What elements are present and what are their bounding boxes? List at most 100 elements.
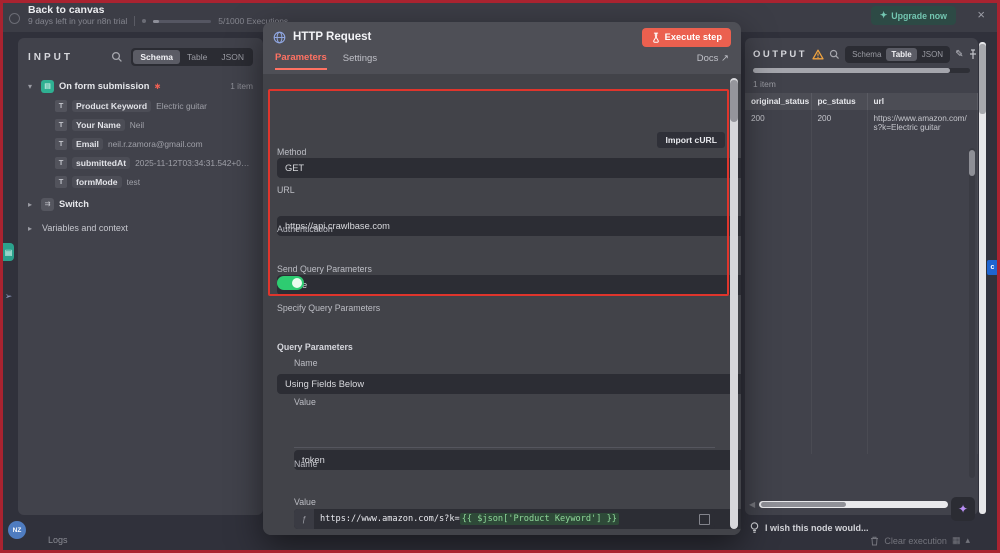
param-value-label: Value [294, 397, 715, 407]
method-select[interactable]: GET [277, 158, 741, 178]
switch-node-icon: ⇉ [41, 198, 54, 211]
pinned-data-icon: ✱ [154, 82, 160, 91]
type-string-icon: T [55, 157, 67, 169]
flask-icon [651, 32, 661, 43]
specify-query-parameters-label: Specify Query Parameters [277, 303, 715, 313]
output-tab-schema[interactable]: Schema [847, 48, 886, 61]
output-search-icon[interactable] [829, 49, 840, 60]
wish-node-prompt[interactable]: I wish this node would... [750, 522, 869, 534]
divider [294, 447, 715, 448]
upgrade-now-button[interactable]: ✦ Upgrade now [871, 6, 956, 25]
output-horizontal-scrollbar-top[interactable] [753, 68, 970, 73]
trash-icon [870, 536, 879, 546]
page-scrollbar[interactable] [979, 42, 986, 514]
expression-fx-icon: ƒ [294, 509, 314, 529]
input-view-tabs: Schema Table JSON [131, 48, 253, 66]
specify-query-parameters-select[interactable]: Using Fields Below [277, 374, 741, 394]
input-panel-title: INPUT [28, 52, 73, 63]
trial-text: 9 days left in your n8n trial [28, 16, 127, 26]
app-window: Back to canvas 9 days left in your n8n t… [0, 0, 1000, 553]
method-label: Method [277, 147, 715, 157]
chevron-right-icon[interactable]: ▸ [28, 224, 36, 233]
authentication-label: Authentication [277, 224, 715, 234]
logs-toggle[interactable]: Logs [48, 535, 68, 545]
grid-icon[interactable]: ▦ [952, 535, 961, 546]
globe-icon [273, 31, 286, 44]
warning-triangle-icon [812, 49, 824, 60]
input-tab-schema[interactable]: Schema [133, 50, 180, 64]
schema-field-row[interactable]: T formMode test [55, 172, 253, 191]
schema-field-row[interactable]: T Your Name Neil [55, 115, 253, 134]
user-avatar[interactable]: NZ [8, 521, 26, 539]
send-query-parameters-toggle[interactable] [277, 276, 715, 295]
table-filler-row [745, 136, 978, 454]
canvas-switch-node-icon[interactable]: ➢ [3, 288, 14, 304]
table-header-row: original_status pc_status url [745, 93, 978, 110]
schema-field-row[interactable]: T Email neil.r.zamora@gmail.com [55, 134, 253, 153]
collapse-icon[interactable]: ▴ [965, 535, 970, 546]
output-horizontal-scrollbar-bottom[interactable] [759, 501, 948, 508]
type-string-icon: T [55, 100, 67, 112]
output-item-count: 1 item [753, 79, 970, 89]
status-ring-icon [9, 13, 20, 24]
clear-execution-button[interactable]: Clear execution ▦ ▴ [870, 535, 970, 546]
form-node-icon: ▤ [41, 80, 54, 93]
expand-expression-icon[interactable] [699, 514, 710, 525]
column-header[interactable]: url [867, 93, 978, 110]
input-tab-json[interactable]: JSON [214, 50, 251, 64]
tab-settings[interactable]: Settings [343, 52, 377, 64]
execute-step-button[interactable]: Execute step [642, 28, 731, 47]
url-label: URL [277, 185, 715, 195]
expression-value-input[interactable]: ƒ https://www.amazon.com/s?k={{ $json['P… [294, 509, 715, 529]
param-name-label: Name [294, 459, 715, 469]
lightbulb-icon [750, 522, 759, 534]
send-query-parameters-label: Send Query Parameters [277, 264, 715, 274]
scroll-left-arrow-icon[interactable]: ◀ [749, 500, 755, 509]
type-string-icon: T [55, 138, 67, 150]
table-vertical-scrollbar[interactable] [969, 148, 975, 478]
divider [134, 16, 135, 26]
input-search-icon[interactable] [111, 51, 123, 63]
node-title: HTTP Request [293, 31, 371, 43]
item-count: 1 item [230, 81, 253, 91]
node-row-on-form-submission[interactable]: ▾ ▤ On form submission ✱ 1 item [28, 76, 253, 96]
type-string-icon: T [55, 119, 67, 131]
http-request-modal: HTTP Request Execute step Parameters Set… [263, 22, 741, 535]
node-row-switch[interactable]: ▸ ⇉ Switch [28, 194, 253, 214]
input-tab-table[interactable]: Table [180, 50, 214, 64]
param-value-label: Value [294, 497, 715, 507]
canvas-form-node-icon[interactable]: ▤ [3, 243, 14, 261]
output-panel-title: OUTPUT [753, 49, 807, 60]
parameters-body: Import cURL Method GET URL https://api.c… [263, 74, 741, 535]
back-to-canvas-link[interactable]: Back to canvas [28, 4, 104, 16]
table-row[interactable]: 200 200 https://www.amazon.com/s?k=Elect… [745, 110, 978, 136]
variables-and-context-row[interactable]: ▸ Variables and context [28, 218, 253, 238]
tab-parameters[interactable]: Parameters [275, 52, 327, 70]
schema-field-row[interactable]: T submittedAt 2025-11-12T03:34:31.542+08… [55, 153, 253, 172]
ai-assistant-button[interactable]: ✦ [951, 497, 975, 521]
close-icon[interactable]: × [977, 7, 985, 23]
schema-field-row[interactable]: T Product Keyword Electric guitar [55, 96, 253, 115]
output-tab-json[interactable]: JSON [917, 48, 948, 61]
type-string-icon: T [55, 176, 67, 188]
docs-link[interactable]: Docs ↗ [697, 52, 729, 64]
expression-token: {{ $json['Product Keyword'] }} [460, 513, 619, 525]
executions-progress-bar [153, 20, 211, 23]
input-panel: INPUT Schema Table JSON ▾ ▤ On form subm… [18, 38, 263, 515]
output-tab-table[interactable]: Table [886, 48, 916, 61]
column-header[interactable]: pc_status [811, 93, 867, 110]
trial-status: 9 days left in your n8n trial 5/1000 Exe… [28, 16, 288, 26]
chevron-down-icon[interactable]: ▾ [28, 82, 36, 91]
edit-output-icon[interactable]: ✎ [955, 49, 963, 60]
executions-dot-icon [142, 19, 146, 23]
extension-badge: c [987, 260, 998, 275]
modal-scrollbar[interactable] [730, 78, 738, 529]
pin-data-icon[interactable] [968, 49, 978, 60]
output-table: original_status pc_status url 200 200 ht… [745, 93, 978, 454]
sparkle-icon: ✦ [880, 10, 887, 21]
output-panel: OUTPUT Schema Table JSON ✎ 1 item origin… [745, 38, 978, 515]
param-name-label: Name [294, 358, 715, 368]
import-curl-button[interactable]: Import cURL [657, 132, 725, 148]
chevron-right-icon[interactable]: ▸ [28, 200, 36, 209]
column-header[interactable]: original_status [745, 93, 811, 110]
